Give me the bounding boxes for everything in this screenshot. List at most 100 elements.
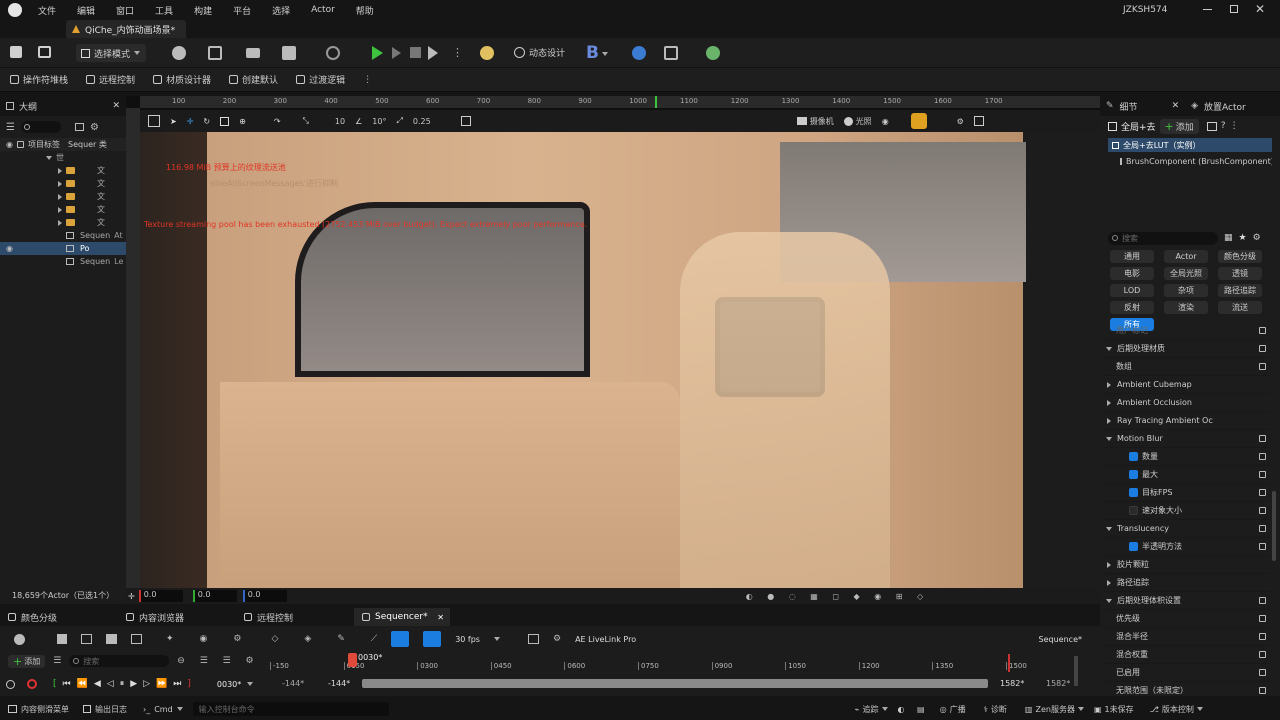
lock-icon[interactable]	[1259, 489, 1266, 496]
status-misc-icons[interactable]: ◐ ▤	[898, 705, 930, 714]
menu-item[interactable]: 工具	[155, 4, 173, 17]
expand-arrow-icon[interactable]	[58, 180, 62, 187]
property-row[interactable]: 半透明方法	[1104, 538, 1270, 556]
more-options-icon[interactable]: ⋮	[363, 75, 372, 85]
fps-dropdown[interactable]: 30 fps	[455, 635, 480, 644]
diagnostics-button[interactable]: ⚕ 诊断	[984, 704, 1007, 715]
stop-button[interactable]	[410, 47, 421, 58]
outliner-row[interactable]: 文	[0, 190, 126, 203]
filter-icon[interactable]: ☰	[53, 656, 61, 666]
save-icon[interactable]	[57, 634, 67, 644]
lock-icon[interactable]	[1259, 345, 1266, 352]
section-collapse-icon[interactable]	[1107, 579, 1111, 586]
filter-chip[interactable]: 颜色分级	[1218, 250, 1262, 263]
wrench-icon[interactable]: ✦	[166, 634, 174, 644]
lock-icon[interactable]	[1259, 507, 1266, 514]
override-checkbox[interactable]	[1129, 470, 1138, 479]
eject-button[interactable]	[428, 46, 438, 60]
property-row[interactable]: 数组	[1104, 358, 1270, 376]
outliner-row[interactable]: ◉ Po	[0, 242, 126, 255]
lock-icon[interactable]	[1259, 435, 1266, 442]
menu-item[interactable]: 窗口	[116, 4, 134, 17]
show-eye-icon[interactable]: ◉	[882, 117, 889, 126]
lit-mode-button[interactable]: 光照	[843, 116, 872, 127]
lock-icon[interactable]	[1259, 543, 1266, 550]
gear-icon[interactable]: ⚙	[90, 122, 99, 133]
property-row[interactable]: 后期处理体积设置	[1104, 592, 1270, 610]
timeline-scrollbar[interactable]	[362, 679, 988, 688]
more-options-icon[interactable]: ⋮	[452, 46, 463, 59]
playback-options-icon[interactable]: ⚙	[233, 634, 241, 644]
chevron-down-icon[interactable]	[602, 52, 608, 56]
broadcast-icon[interactable]	[326, 46, 340, 60]
lock-icon[interactable]	[1259, 525, 1266, 532]
more-icon[interactable]: ⋮	[1230, 121, 1239, 131]
brush-icon[interactable]: ✎	[337, 634, 345, 644]
property-row[interactable]: 数量	[1104, 448, 1270, 466]
record-button[interactable]	[27, 679, 37, 689]
coord-z-field[interactable]: 0.0	[242, 590, 287, 602]
range-end-marker[interactable]	[1008, 654, 1010, 672]
grid-snap-value[interactable]: 10	[335, 117, 345, 126]
expand-arrow-icon[interactable]	[58, 206, 62, 213]
output-log-button[interactable]: 输出日志	[83, 704, 127, 715]
view-eye-icon[interactable]: ◉	[200, 634, 208, 644]
section-collapse-icon[interactable]	[1107, 381, 1111, 388]
collapse-icons[interactable]: ⊖ ☰ ☰ ⚙	[177, 656, 259, 666]
filter-chip[interactable]: 渲染	[1164, 301, 1208, 314]
property-row[interactable]: Ambient Cubemap	[1104, 376, 1270, 394]
globe-icon[interactable]	[632, 46, 646, 60]
range-start-icon[interactable]: [	[53, 679, 57, 689]
outliner-row[interactable]: 文	[0, 216, 126, 229]
outliner-row[interactable]: 文	[0, 164, 126, 177]
loop-icon[interactable]	[6, 679, 15, 689]
menu-item[interactable]: 构建	[194, 4, 212, 17]
engine-logo[interactable]	[8, 3, 22, 17]
camera-button[interactable]: 摄像机	[796, 116, 834, 127]
place-actor-tab[interactable]: 放置Actor	[1204, 100, 1246, 113]
filter-icon[interactable]: ☰	[6, 122, 15, 133]
selected-actor-item[interactable]: 全局+去LUT（实例）	[1108, 138, 1272, 152]
viewport-settings-icon[interactable]: ⚙	[957, 117, 964, 126]
menu-item[interactable]: 平台	[233, 4, 251, 17]
add-track-button[interactable]: + 添加	[8, 654, 46, 668]
outliner-row[interactable]: 世	[0, 151, 126, 164]
filter-chip[interactable]: 流送	[1218, 301, 1262, 314]
scale-snap-icon[interactable]: ⤢	[396, 116, 402, 126]
expand-arrow-icon[interactable]	[58, 219, 62, 226]
scalability-icon[interactable]	[910, 113, 927, 129]
next-frame-icon[interactable]: ▷	[143, 679, 150, 689]
range-start-field-2[interactable]: -144*	[328, 679, 350, 688]
lock-icon[interactable]	[1259, 615, 1266, 622]
playhead-marker[interactable]	[348, 653, 357, 667]
modes-icon[interactable]	[282, 46, 296, 60]
help-icon[interactable]: ?	[1221, 121, 1226, 131]
section-expand-icon[interactable]	[1106, 346, 1112, 351]
section-collapse-icon[interactable]	[1107, 561, 1111, 568]
outliner-row[interactable]: Sequen At	[0, 229, 126, 242]
close-window-button[interactable]: ✕	[1255, 2, 1265, 16]
select-arrow-icon[interactable]: ➤	[170, 117, 177, 126]
sequence-name[interactable]: Sequence*	[1039, 635, 1082, 644]
dynamic-design-button[interactable]: 动态设计	[514, 46, 565, 59]
actor-name-field[interactable]: 全局+去	[1121, 120, 1156, 133]
range-end-field-2[interactable]: 1582*	[1046, 679, 1070, 688]
range-end-icon[interactable]: ]	[187, 679, 191, 689]
rotation-snap-icon[interactable]: ∠	[355, 117, 362, 126]
filter-chip[interactable]: 全局光照	[1164, 267, 1208, 280]
property-row[interactable]: 用户标记	[1104, 322, 1270, 340]
range-start-field-1[interactable]: -144*	[282, 679, 304, 688]
filter-chip[interactable]: 杂项	[1164, 284, 1208, 297]
override-checkbox[interactable]	[1129, 488, 1138, 497]
column-label[interactable]: 项目标签	[28, 139, 60, 150]
expand-arrow-icon[interactable]	[46, 155, 52, 160]
lock-icon[interactable]	[1259, 597, 1266, 604]
property-row[interactable]: 最大	[1104, 466, 1270, 484]
lock-icon[interactable]	[1259, 471, 1266, 478]
view-options-icons[interactable]: ◐ ● ◌ ▦ ◻ ◆ ◉ ⊞ ◇	[746, 592, 929, 601]
plugin-toolbar-button[interactable]: 过渡逻辑	[296, 73, 345, 86]
play-next-button[interactable]	[392, 47, 401, 59]
zen-server-button[interactable]: ▥ Zen服务器	[1025, 704, 1084, 715]
snap-frame-icon[interactable]	[423, 631, 442, 647]
override-checkbox[interactable]	[1129, 542, 1138, 551]
